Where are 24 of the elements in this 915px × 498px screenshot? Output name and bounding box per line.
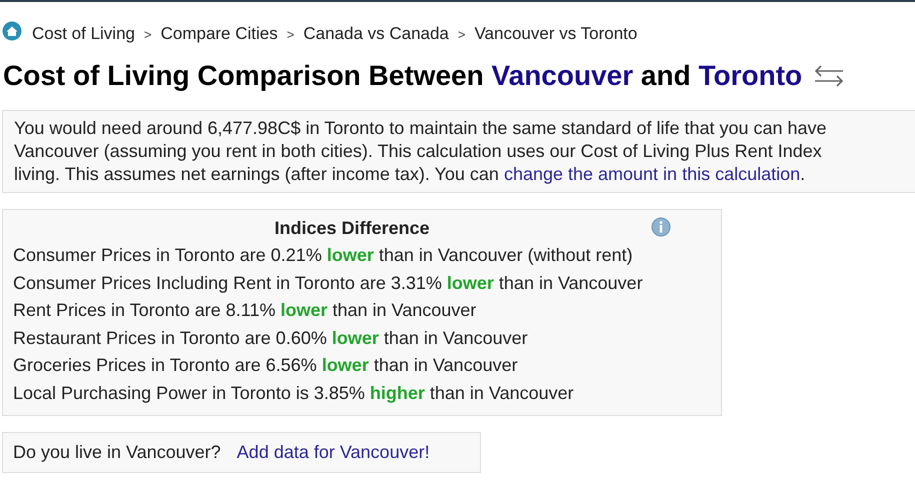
index-difference-text: Rent Prices in Toronto are 8.11% lower than in Vancouver — [13, 299, 478, 322]
index-difference-text: Consumer Prices in Toronto are 0.21% lower than in Vancouver (without rent) — [13, 244, 634, 267]
breadcrumb-separator: > — [458, 26, 466, 42]
summary-text: You would need around 6,477.98C$ in Toronto to maintain the same standard of life that you can have — [14, 118, 827, 138]
breadcrumb-separator: > — [286, 26, 294, 42]
summary-text: living. This assumes net earnings (after income tax). You can — [14, 164, 499, 184]
index-difference-text: Restaurant Prices in Toronto are 0.60% lower than in Vancouver — [13, 326, 529, 350]
home-icon[interactable] — [2, 21, 22, 41]
question-text: Do you live in Vancouver? — [13, 442, 221, 463]
info-icon[interactable] — [651, 217, 671, 237]
indices-title: Indices Difference — [274, 217, 430, 240]
breadcrumb-link[interactable]: Cost of Living — [32, 24, 135, 44]
index-difference-text: Groceries Prices in Toronto are 6.56% lower than in Vancouver — [13, 354, 519, 377]
breadcrumb-link[interactable]: Vancouver vs Toronto — [474, 24, 638, 44]
breadcrumb-separator: > — [144, 26, 152, 42]
add-data-link[interactable]: Add data for Vancouver! — [236, 442, 430, 463]
period-text: . — [800, 164, 806, 184]
breadcrumb-link[interactable]: Canada vs Canada — [303, 24, 449, 44]
index-difference-text: Consumer Prices Including Rent in Toronto are 3.31% lower than in Vancouver — [13, 272, 644, 295]
summary-text: Vancouver (assuming you rent in both cities). This calculation uses our Cost of Living Plus Rent Index — [14, 141, 822, 161]
page-title: Cost of Living Comparison Between Vancouver and Toronto — [3, 60, 802, 92]
index-difference-text: Local Purchasing Power in Toronto is 3.85% higher than in Vancouver — [13, 382, 575, 405]
breadcrumb-link[interactable]: Compare Cities — [160, 24, 278, 44]
change-amount-link[interactable]: change the amount in this calculation — [504, 164, 800, 184]
